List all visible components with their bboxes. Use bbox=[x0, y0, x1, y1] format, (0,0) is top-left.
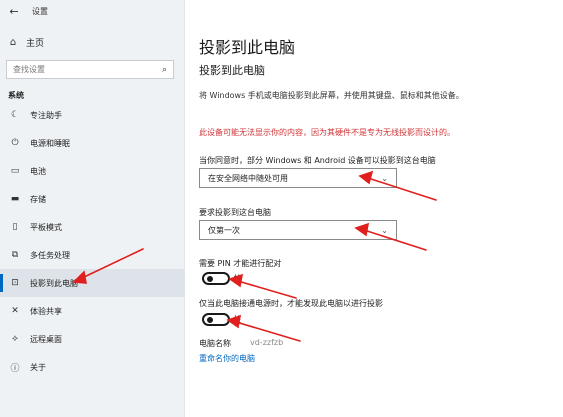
pin-toggle[interactable] bbox=[202, 272, 230, 285]
power-toggle[interactable] bbox=[202, 313, 230, 326]
availability-label: 当你同意时，部分 Windows 和 Android 设备可以投影到这台电脑 bbox=[199, 156, 436, 165]
sidebar-item-label: 远程桌面 bbox=[30, 334, 62, 344]
rename-pc-link[interactable]: 重命名你的电脑 bbox=[199, 353, 255, 364]
project-icon: ⊡ bbox=[11, 278, 19, 288]
tablet-icon: ▯ bbox=[12, 222, 18, 232]
chevron-down-icon: ⌄ bbox=[381, 173, 388, 183]
sidebar-item-label: 平板模式 bbox=[30, 222, 62, 232]
sidebar-item-label: 电源和睡眠 bbox=[30, 138, 70, 148]
chevron-down-icon: ⌄ bbox=[381, 225, 388, 235]
power-icon: ⏻ bbox=[11, 138, 19, 148]
sidebar-item-battery[interactable]: ▭ 电池 bbox=[0, 157, 185, 185]
sidebar-item-label: 电池 bbox=[30, 166, 46, 176]
share-icon: ✕ bbox=[11, 306, 19, 316]
sidebar-item-storage[interactable]: ▬ 存储 bbox=[0, 185, 185, 213]
hardware-warning: 此设备可能无法显示你的内容，因为其硬件不是专为无线投影而设计的。 bbox=[199, 128, 455, 137]
info-icon: ⓘ bbox=[10, 363, 20, 374]
multitask-icon: ⧉ bbox=[11, 250, 19, 260]
sidebar-item-about[interactable]: ⓘ 关于 bbox=[0, 353, 185, 381]
sidebar-item-power-sleep[interactable]: ⏻ 电源和睡眠 bbox=[0, 129, 185, 157]
sidebar-item-multitasking[interactable]: ⧉ 多任务处理 bbox=[0, 241, 185, 269]
remote-icon: ⟡ bbox=[12, 334, 18, 344]
battery-icon: ▭ bbox=[10, 166, 20, 176]
sidebar-home[interactable]: ⌂ 主页 bbox=[6, 34, 44, 50]
page-title: 投影到此电脑 bbox=[199, 38, 296, 57]
sidebar-nav: ☾ 专注助手 ⏻ 电源和睡眠 ▭ 电池 ▬ 存储 ▯ 平板模式 ⧉ 多任务处理 bbox=[0, 101, 185, 381]
sidebar-item-label: 体验共享 bbox=[30, 306, 62, 316]
pin-label: 需要 PIN 才能进行配对 bbox=[199, 259, 282, 268]
ask-value: 仅第一次 bbox=[208, 225, 240, 235]
power-toggle-state: 关 bbox=[233, 315, 241, 324]
description: 将 Windows 手机或电脑投影到此屏幕，并使用其键盘、鼠标和其他设备。 bbox=[199, 91, 464, 100]
sidebar: ← 设置 ⌂ 主页 查找设置 ⌕ 系统 ☾ 专注助手 ⏻ 电源和睡眠 ▭ 电池 bbox=[0, 0, 185, 417]
sidebar-item-project-to-pc[interactable]: ⊡ 投影到此电脑 bbox=[0, 269, 185, 297]
settings-window: ← 设置 ⌂ 主页 查找设置 ⌕ 系统 ☾ 专注助手 ⏻ 电源和睡眠 ▭ 电池 bbox=[0, 0, 563, 417]
power-label: 仅当此电脑接通电源时，才能发现此电脑以进行投影 bbox=[199, 299, 383, 308]
main-content: 投影到此电脑 投影到此电脑 将 Windows 手机或电脑投影到此屏幕，并使用其… bbox=[185, 0, 563, 417]
home-label: 主页 bbox=[26, 38, 45, 49]
back-button[interactable]: ← bbox=[0, 0, 28, 22]
sidebar-item-tablet-mode[interactable]: ▯ 平板模式 bbox=[0, 213, 185, 241]
sidebar-item-shared-experiences[interactable]: ✕ 体验共享 bbox=[0, 297, 185, 325]
toggle-knob bbox=[207, 276, 213, 282]
search-box[interactable]: 查找设置 ⌕ bbox=[6, 60, 174, 79]
sidebar-item-label: 投影到此电脑 bbox=[30, 278, 78, 288]
sidebar-item-label: 专注助手 bbox=[30, 110, 62, 120]
pin-toggle-state: 关 bbox=[233, 274, 241, 283]
availability-value: 在安全网络中随处可用 bbox=[208, 173, 288, 183]
title-bar: ← 设置 bbox=[0, 0, 185, 22]
search-input[interactable]: 查找设置 bbox=[13, 64, 162, 75]
moon-icon: ☾ bbox=[10, 110, 20, 120]
ask-dropdown[interactable]: 仅第一次 ⌄ bbox=[199, 220, 397, 240]
sidebar-item-remote-desktop[interactable]: ⟡ 远程桌面 bbox=[0, 325, 185, 353]
home-icon: ⌂ bbox=[9, 36, 17, 48]
pc-name-label: 电脑名称 bbox=[199, 339, 231, 348]
sidebar-item-label: 多任务处理 bbox=[30, 250, 70, 260]
section-label: 系统 bbox=[8, 91, 24, 100]
sidebar-item-focus-assist[interactable]: ☾ 专注助手 bbox=[0, 101, 185, 129]
storage-icon: ▬ bbox=[10, 194, 20, 204]
search-icon: ⌕ bbox=[161, 64, 167, 75]
ask-label: 要求投影到这台电脑 bbox=[199, 208, 271, 217]
back-arrow-icon: ← bbox=[9, 4, 19, 18]
sidebar-item-label: 关于 bbox=[30, 362, 46, 372]
app-title: 设置 bbox=[32, 6, 48, 16]
section-title: 投影到此电脑 bbox=[199, 64, 265, 77]
availability-dropdown[interactable]: 在安全网络中随处可用 ⌄ bbox=[199, 168, 397, 188]
sidebar-item-label: 存储 bbox=[30, 194, 46, 204]
toggle-knob bbox=[207, 317, 213, 323]
pc-name-value: vd-zzfzb bbox=[250, 338, 284, 347]
